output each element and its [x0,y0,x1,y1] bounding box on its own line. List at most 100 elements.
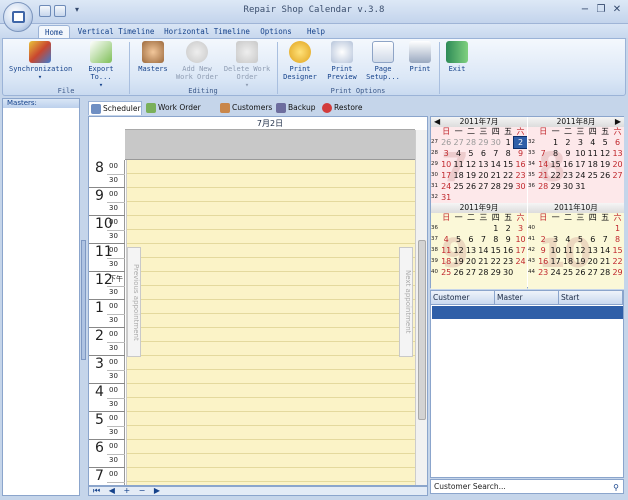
minimize-button[interactable]: − [578,4,592,16]
panel-splitter[interactable] [81,240,86,360]
day-cell[interactable]: 19 [465,170,477,181]
day-cell[interactable]: 8 [549,148,561,159]
day-cell[interactable]: 12 [599,148,611,159]
day-cell[interactable]: 7 [537,148,549,159]
day-cell[interactable]: 4 [587,137,599,148]
day-cell[interactable]: 13 [587,245,599,256]
day-cell[interactable]: 19 [574,256,586,267]
day-cell[interactable]: 24 [549,267,561,278]
day-cell[interactable]: 20 [477,170,489,181]
day-cell[interactable]: 16 [502,245,514,256]
day-cell[interactable]: 30 [502,267,514,278]
day-cell[interactable]: 4 [440,234,452,245]
day-cell[interactable]: 4 [562,234,574,245]
tab-work-order-list[interactable]: Work Order List [144,101,216,126]
day-cell[interactable]: 14 [490,159,502,170]
day-cell[interactable]: 26 [465,181,477,192]
close-button[interactable]: ✕ [610,4,624,16]
day-cell[interactable]: 2 [562,137,574,148]
delete-work-order-button[interactable]: Delete Work Order ▾ [221,41,273,89]
column-customer[interactable]: Customer [431,291,495,305]
tab-scheduler[interactable]: Scheduler [88,101,142,115]
previous-appointment-button[interactable]: Previous appointment [127,247,141,357]
day-cell[interactable]: 20 [611,159,623,170]
day-cell[interactable]: 8 [490,234,502,245]
column-master[interactable]: Master [495,291,559,305]
day-cell[interactable]: 12 [574,245,586,256]
day-cell[interactable]: 12 [465,159,477,170]
day-cell[interactable]: 10 [440,159,452,170]
day-cell[interactable]: 5 [465,148,477,159]
day-cell[interactable]: 13 [477,159,489,170]
day-cell[interactable]: 10 [549,245,561,256]
appointment-grid[interactable] [126,160,415,485]
day-cell[interactable]: 22 [502,170,514,181]
tab-restore[interactable]: Restore [320,101,368,115]
day-cell[interactable]: 10 [514,234,526,245]
day-cell[interactable]: 25 [587,170,599,181]
day-cell[interactable]: 2 [502,223,514,234]
export-button[interactable]: Export To... ▾ [77,41,125,89]
day-cell[interactable]: 24 [440,181,452,192]
day-cell[interactable]: 3 [574,137,586,148]
day-cell[interactable]: 13 [611,148,623,159]
day-cell[interactable]: 21 [490,170,502,181]
day-cell[interactable]: 22 [611,256,623,267]
day-cell[interactable]: 3 [549,234,561,245]
day-cell[interactable]: 28 [490,181,502,192]
day-cell[interactable]: 26 [452,267,464,278]
day-cell[interactable]: 6 [611,137,623,148]
day-cell[interactable]: 6 [477,148,489,159]
tab-home[interactable]: Home [38,25,70,38]
day-cell[interactable]: 6 [587,234,599,245]
masters-button[interactable]: Masters [133,41,173,73]
day-cell[interactable]: 17 [549,256,561,267]
page-setup-button[interactable]: Page Setup... [363,41,403,81]
day-cell[interactable]: 17 [514,245,526,256]
print-button[interactable]: Print [405,41,435,73]
day-cell[interactable]: 8 [502,148,514,159]
day-cell[interactable]: 15 [490,245,502,256]
vertical-scrollbar[interactable] [415,130,427,485]
day-cell[interactable]: 23 [562,170,574,181]
day-cell[interactable]: 1 [611,223,623,234]
exit-button[interactable]: Exit [443,41,471,73]
scheduler-navigation[interactable]: ⏮ ◀ + − ▶ [88,486,428,496]
day-cell[interactable]: 28 [465,137,477,148]
day-cell[interactable]: 23 [514,170,526,181]
scrollbar-thumb[interactable] [418,240,426,420]
restore-button[interactable]: ❐ [594,4,608,16]
day-cell[interactable]: 18 [587,159,599,170]
tab-horizontal-timeline[interactable]: Horizontal Timeline [162,25,252,38]
day-cell[interactable]: 1 [490,223,502,234]
day-cell[interactable]: 16 [562,159,574,170]
prev-month-button[interactable]: ◀ [434,117,440,127]
day-cell[interactable]: 16 [514,159,526,170]
day-cell[interactable]: 27 [477,181,489,192]
day-cell[interactable]: 24 [574,170,586,181]
day-cell[interactable]: 9 [514,148,526,159]
day-cell[interactable]: 22 [549,170,561,181]
day-cell[interactable]: 29 [611,267,623,278]
day-cell[interactable]: 28 [599,267,611,278]
day-cell[interactable]: 7 [599,234,611,245]
day-cell[interactable]: 20 [587,256,599,267]
column-start[interactable]: Start [559,291,623,305]
day-cell[interactable]: 5 [599,137,611,148]
day-cell[interactable]: 23 [502,256,514,267]
tab-vertical-timeline[interactable]: Vertical Timeline [76,25,156,38]
day-cell[interactable]: 29 [502,181,514,192]
day-cell[interactable]: 18 [562,256,574,267]
tab-options[interactable]: Options [258,25,294,38]
day-cell[interactable]: 26 [599,170,611,181]
day-cell[interactable]: 11 [452,159,464,170]
day-cell[interactable]: 6 [465,234,477,245]
day-cell[interactable]: 9 [562,148,574,159]
day-cell[interactable]: 14 [477,245,489,256]
day-cell[interactable]: 29 [477,137,489,148]
day-cell[interactable]: 2 [513,136,527,149]
day-cell[interactable]: 14 [537,159,549,170]
day-cell[interactable]: 25 [440,267,452,278]
day-cell[interactable]: 9 [537,245,549,256]
day-cell[interactable]: 25 [562,267,574,278]
